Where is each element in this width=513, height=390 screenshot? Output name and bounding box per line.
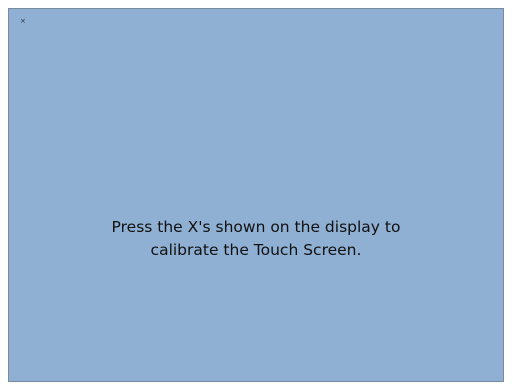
instructions-line-1: Press the X's shown on the display to	[111, 218, 401, 236]
calibration-instructions: Press the X's shown on the display to ca…	[9, 216, 503, 262]
calibration-target-x-icon[interactable]: ×	[20, 18, 26, 25]
calibration-screen[interactable]: × Press the X's shown on the display to …	[8, 8, 504, 382]
instructions-line-2: calibrate the Touch Screen.	[150, 241, 362, 259]
